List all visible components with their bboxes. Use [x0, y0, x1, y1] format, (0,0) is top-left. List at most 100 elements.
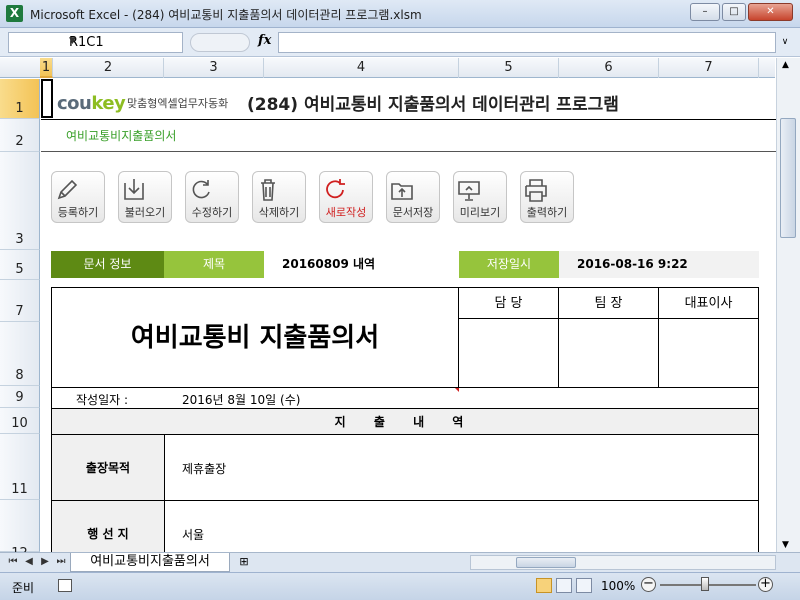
- vertical-scrollbar[interactable]: ▲ ▼: [776, 58, 800, 552]
- chevron-down-icon[interactable]: ▼: [69, 36, 179, 46]
- horizontal-scrollbar[interactable]: [470, 555, 776, 570]
- column-header[interactable]: 6: [559, 58, 659, 78]
- expense-form: 여비교통비 지출품의서 담 당 팀 장 대표이사 작성일자 : 2016년 8월…: [51, 287, 759, 552]
- insert-sheet-icon[interactable]: ⊞: [234, 555, 254, 570]
- form-title: 여비교통비 지출품의서: [52, 288, 459, 387]
- column-header[interactable]: 7: [659, 58, 759, 78]
- document-info-bar: 문서 정보 제목 20160809 내역 저장일시 2016-08-16 9:2…: [51, 251, 759, 278]
- row-header[interactable]: 10: [0, 408, 40, 434]
- formula-input[interactable]: [278, 32, 776, 53]
- minimize-button[interactable]: –: [690, 3, 720, 21]
- row-header[interactable]: 3: [0, 152, 40, 250]
- section-header: 지 출 내 역: [52, 409, 758, 435]
- sheet-label: 여비교통비지출품의서: [66, 129, 177, 143]
- macro-record-icon[interactable]: [58, 579, 72, 592]
- field-label: 행 선 지: [52, 501, 165, 552]
- zoom-slider-thumb[interactable]: [701, 577, 709, 591]
- register-button[interactable]: 등록하기: [51, 171, 105, 223]
- field-value[interactable]: 서울: [182, 526, 204, 543]
- title-label: 제목: [164, 251, 264, 278]
- sheet-tab-bar: ⏮ ◀ ▶ ⏭ 여비교통비지출품의서 ⊞: [0, 552, 800, 572]
- divider: [41, 151, 776, 152]
- approval-signature-box[interactable]: [559, 319, 659, 387]
- delete-button[interactable]: 삭제하기: [252, 171, 306, 223]
- active-cell-cursor: [41, 79, 53, 118]
- formula-buttons[interactable]: [190, 33, 250, 52]
- prev-sheet-icon[interactable]: ◀: [22, 556, 36, 567]
- edit-button[interactable]: 수정하기: [185, 171, 239, 223]
- row-header[interactable]: 1: [0, 79, 40, 119]
- row-header[interactable]: 9: [0, 386, 40, 408]
- page-break-icon[interactable]: [576, 578, 592, 593]
- field-value[interactable]: 제휴출장: [182, 460, 226, 477]
- field-label: 출장목적: [52, 435, 165, 500]
- approval-header: 담 당: [459, 288, 559, 319]
- scroll-up-icon[interactable]: ▲: [782, 60, 789, 70]
- program-title: (284) 여비교통비 지출품의서 데이터관리 프로그램: [247, 95, 619, 115]
- doc-info-label: 문서 정보: [51, 251, 164, 278]
- scroll-down-icon[interactable]: ▼: [782, 540, 789, 550]
- window-title: Microsoft Excel - (284) 여비교통비 지출품의서 데이터관…: [30, 8, 422, 22]
- approval-header: 팀 장: [559, 288, 659, 319]
- row-header[interactable]: 5: [0, 250, 40, 280]
- saved-label: 저장일시: [459, 251, 559, 278]
- column-header[interactable]: 1: [40, 58, 53, 78]
- formula-bar: R1C1 ▼ fx ∨: [0, 28, 800, 57]
- new-icon: [326, 179, 345, 199]
- excel-app-icon[interactable]: X: [6, 5, 23, 22]
- last-sheet-icon[interactable]: ⏭: [54, 556, 68, 567]
- worksheet[interactable]: coukey 맞춤형엑셀업무자동화 (284) 여비교통비 지출품의서 데이터관…: [41, 79, 776, 552]
- form-row: 출장목적 제휴출장: [52, 435, 758, 501]
- row-header[interactable]: 11: [0, 434, 40, 500]
- row-header[interactable]: 7: [0, 280, 40, 322]
- divider: [41, 119, 776, 120]
- new-document-button[interactable]: 새로작성: [319, 171, 373, 223]
- printer-icon: [525, 179, 547, 202]
- maximize-button[interactable]: □: [722, 3, 746, 21]
- title-value[interactable]: 20160809 내역: [264, 251, 459, 278]
- preview-button[interactable]: 미리보기: [453, 171, 507, 223]
- column-header[interactable]: 5: [459, 58, 559, 78]
- row-header[interactable]: 12: [0, 500, 40, 561]
- date-value[interactable]: 2016년 8월 10일 (수): [182, 391, 300, 408]
- normal-view-icon[interactable]: [536, 578, 552, 593]
- page-layout-icon[interactable]: [556, 578, 572, 593]
- close-button[interactable]: ✕: [748, 3, 793, 21]
- row-header[interactable]: 2: [0, 119, 40, 152]
- approval-signature-box[interactable]: [459, 319, 559, 387]
- column-headers: 1 2 3 4 5 6 7: [0, 58, 775, 78]
- next-sheet-icon[interactable]: ▶: [38, 556, 52, 567]
- print-button[interactable]: 출력하기: [520, 171, 574, 223]
- expand-formula-icon[interactable]: ∨: [778, 32, 792, 53]
- row-header[interactable]: 8: [0, 322, 40, 386]
- scroll-thumb[interactable]: [780, 118, 796, 238]
- refresh-icon: [192, 180, 210, 199]
- brand-tagline: 맞춤형엑셀업무자동화: [127, 97, 229, 110]
- form-row: 행 선 지 서울: [52, 501, 758, 552]
- pencil-icon: [57, 179, 78, 200]
- load-button[interactable]: 불러오기: [118, 171, 172, 223]
- zoom-out-icon[interactable]: −: [641, 577, 656, 592]
- save-document-button[interactable]: 문서저장: [386, 171, 440, 223]
- zoom-in-icon[interactable]: +: [758, 577, 773, 592]
- trash-icon: [261, 179, 275, 201]
- title-bar: X Microsoft Excel - (284) 여비교통비 지출품의서 데이…: [0, 0, 800, 28]
- approval-header: 대표이사: [659, 288, 758, 319]
- name-box[interactable]: R1C1 ▼: [8, 32, 183, 53]
- approval-signature-box[interactable]: [659, 319, 758, 387]
- saved-value: 2016-08-16 9:22: [577, 257, 688, 271]
- zoom-level[interactable]: 100%: [601, 579, 635, 593]
- folder-icon: [391, 183, 413, 200]
- status-ready: 준비: [12, 581, 35, 595]
- column-header[interactable]: 2: [53, 58, 164, 78]
- coukey-logo: coukey: [57, 93, 126, 114]
- column-header[interactable]: 4: [264, 58, 459, 78]
- date-row: 작성일자 : 2016년 8월 10일 (수): [52, 387, 758, 409]
- insert-function-icon[interactable]: fx: [258, 33, 271, 48]
- download-icon: [124, 179, 144, 200]
- sheet-tab[interactable]: 여비교통비지출품의서: [70, 553, 230, 572]
- hscroll-thumb[interactable]: [516, 557, 576, 568]
- date-label: 작성일자 :: [76, 393, 129, 407]
- column-header[interactable]: 3: [164, 58, 264, 78]
- first-sheet-icon[interactable]: ⏮: [6, 556, 20, 567]
